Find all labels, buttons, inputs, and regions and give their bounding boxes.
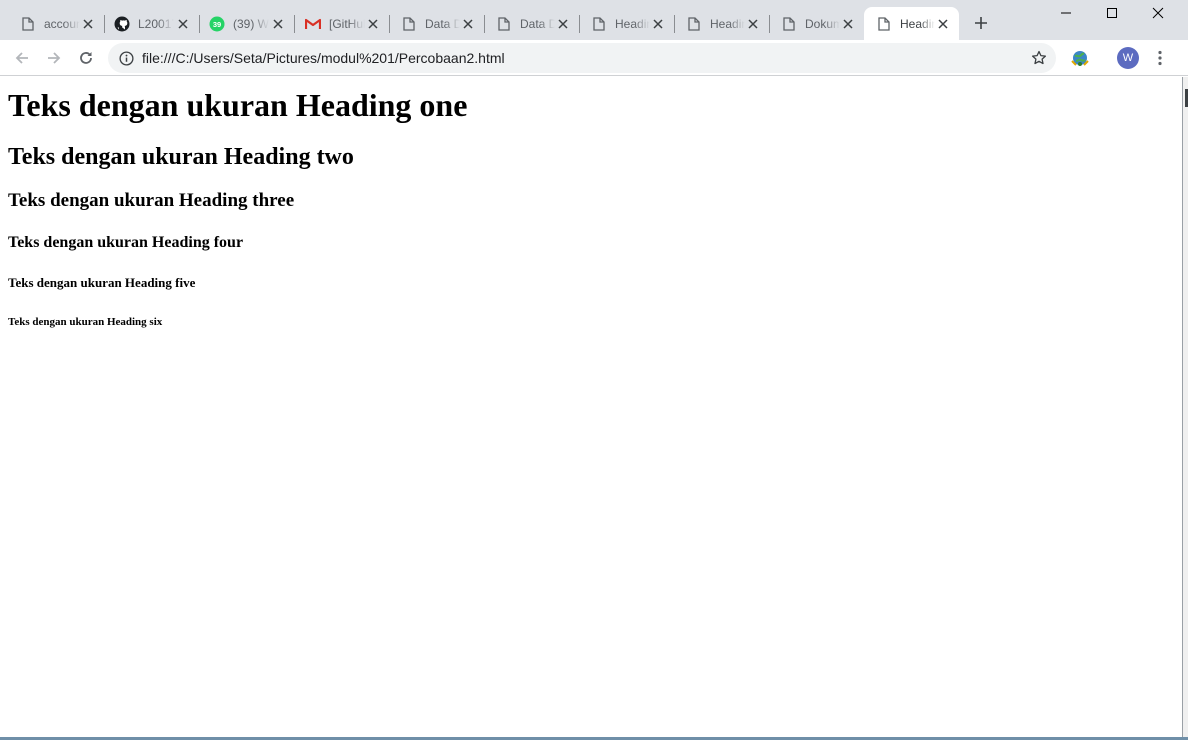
extension-globe-icon[interactable] (1070, 48, 1090, 68)
tab-account[interactable]: account (0, 7, 105, 40)
tab-strip: account L200170 39 (39) WhatsApp [GitHub… (0, 0, 1188, 40)
heading-three: Teks dengan ukuran Heading three (8, 190, 295, 211)
reload-icon (80, 52, 92, 64)
close-icon[interactable] (80, 16, 96, 32)
tab-title: Data Diri (520, 16, 556, 31)
tab-whatsapp[interactable]: 39 (39) WhatsApp (199, 7, 295, 40)
tab-title: Heading (615, 16, 651, 31)
page-icon (781, 16, 797, 32)
close-icon[interactable] (555, 16, 571, 32)
close-window-icon (1152, 7, 1164, 19)
whatsapp-icon: 39 (209, 16, 225, 32)
page-icon (876, 16, 892, 32)
minimize-icon (1061, 12, 1071, 14)
kebab-menu-icon (1158, 50, 1162, 66)
page-icon (496, 16, 512, 32)
new-tab-button[interactable] (970, 12, 992, 34)
maximize-button[interactable] (1089, 0, 1135, 26)
tab-heading-2[interactable]: Heading (674, 7, 770, 40)
heading-one: Teks dengan ukuran Heading one (8, 87, 468, 123)
address-bar[interactable]: file:///C:/Users/Seta/Pictures/modul%201… (108, 43, 1056, 73)
tab-data-diri-1[interactable]: Data Diri (389, 7, 485, 40)
tab-title: Heading (710, 16, 746, 31)
back-button[interactable] (8, 44, 36, 72)
close-icon[interactable] (270, 16, 286, 32)
tab-data-diri-2[interactable]: Data Diri (484, 7, 580, 40)
tab-title: Data Diri (425, 16, 461, 31)
page-icon (20, 16, 36, 32)
forward-button[interactable] (40, 44, 68, 72)
close-window-button[interactable] (1135, 0, 1181, 26)
window-right-edge (1182, 77, 1188, 740)
tab-title: L200170 (138, 16, 174, 31)
heading-two: Teks dengan ukuran Heading two (8, 144, 354, 170)
close-icon[interactable] (935, 16, 951, 32)
bookmark-star-icon[interactable] (1030, 49, 1048, 67)
heading-six: Teks dengan ukuran Heading six (8, 316, 163, 328)
close-icon[interactable] (460, 16, 476, 32)
tab-dokumen[interactable]: Dokumen (769, 7, 864, 40)
tab-title: account (44, 16, 80, 31)
tab-heading-active[interactable]: Heading (864, 7, 959, 40)
tab-title: [GitHub] (329, 16, 365, 31)
page-content: Teks dengan ukuran Heading one Teks deng… (0, 77, 1182, 737)
close-icon[interactable] (650, 16, 666, 32)
browser-toolbar: file:///C:/Users/Seta/Pictures/modul%201… (0, 40, 1188, 76)
minimize-button[interactable] (1043, 0, 1089, 26)
menu-button[interactable] (1150, 46, 1170, 70)
plus-icon (975, 17, 987, 29)
tab-gmail[interactable]: [GitHub] (294, 7, 390, 40)
page-icon (591, 16, 607, 32)
back-arrow-icon (15, 52, 28, 64)
whatsapp-badge: 39 (213, 20, 221, 29)
heading-five: Teks dengan ukuran Heading five (8, 275, 196, 290)
gmail-icon (305, 16, 321, 32)
close-icon[interactable] (365, 16, 381, 32)
github-icon (114, 16, 130, 32)
url-text[interactable]: file:///C:/Users/Seta/Pictures/modul%201… (142, 43, 505, 73)
tab-heading-1[interactable]: Heading (579, 7, 675, 40)
tab-title: (39) WhatsApp (233, 16, 269, 31)
profile-avatar[interactable]: W (1117, 47, 1139, 69)
page-icon (686, 16, 702, 32)
tab-title: Dokumen (805, 16, 841, 31)
heading-four: Teks dengan ukuran Heading four (8, 234, 244, 251)
close-icon[interactable] (745, 16, 761, 32)
forward-arrow-icon (48, 52, 61, 64)
info-icon[interactable] (118, 50, 134, 66)
close-icon[interactable] (840, 16, 856, 32)
page-icon (401, 16, 417, 32)
close-icon[interactable] (175, 16, 191, 32)
reload-button[interactable] (72, 44, 100, 72)
tab-github[interactable]: L200170 (104, 7, 200, 40)
maximize-icon (1107, 8, 1117, 18)
tab-title: Heading (900, 16, 936, 31)
